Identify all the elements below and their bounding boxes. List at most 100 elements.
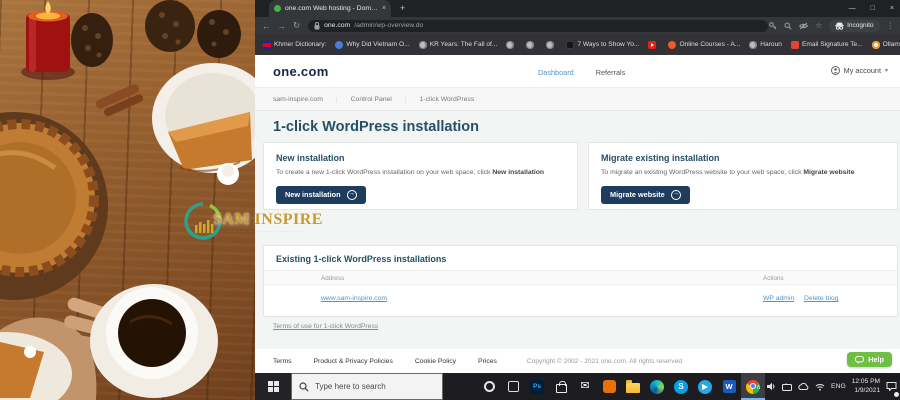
bookmark-7-ways[interactable]: 7 Ways to Show Yo... (566, 40, 639, 49)
tab-strip: one.com Web hosting - Doma... × + — □ × (255, 0, 900, 17)
telegram-taskbar-icon[interactable] (693, 373, 717, 400)
bookmark-why-did-vietnam[interactable]: Why Did Vietnam O... (335, 40, 410, 49)
breadcrumb-control-panel[interactable]: Control Panel (323, 96, 392, 103)
maximize-button[interactable]: □ (871, 5, 875, 12)
back-icon[interactable]: ← (262, 21, 271, 31)
toolbar-right: ☆ Incognito ⋮ (769, 19, 895, 32)
dark-badge-icon (566, 40, 575, 49)
bookmark-item[interactable] (506, 40, 517, 49)
language-indicator[interactable]: ENG (831, 383, 846, 390)
watermark-tagline: ·········· ·········· ·········· (229, 229, 304, 234)
bookmark-star-icon[interactable]: ☆ (815, 21, 822, 30)
new-tab-button[interactable]: + (400, 3, 405, 14)
bookmark-label: Ollami - DMC (882, 41, 900, 48)
bookmark-online-courses[interactable]: Online Courses - A... (668, 40, 740, 49)
close-button[interactable]: × (890, 5, 894, 12)
url-bar[interactable]: one.com/admin/wp-overview.do (308, 19, 769, 32)
youtube-icon (648, 40, 657, 49)
word-taskbar-icon[interactable] (717, 373, 741, 400)
cambodia-flag-icon (263, 40, 271, 49)
card-body: To create a new 1-click WordPress instal… (276, 169, 565, 176)
nav-dashboard[interactable]: Dashboard (538, 68, 574, 77)
taskbar-search-input[interactable]: Type here to search (291, 373, 443, 400)
menu-kebab-icon[interactable]: ⋮ (887, 21, 895, 30)
taskbar-clock[interactable]: 12:05 PM 1/9/2021 (852, 378, 880, 396)
breadcrumb: sam-inspire.com Control Panel 1-click Wo… (255, 88, 900, 111)
orange-ring-icon (871, 40, 880, 49)
minimize-button[interactable]: — (849, 5, 856, 12)
reload-icon[interactable]: ↻ (293, 20, 300, 31)
terms-of-use-link[interactable]: Terms of use for 1-click WordPress (273, 323, 378, 330)
globe-icon (526, 40, 535, 49)
notification-badge (894, 391, 899, 397)
task-view-icon[interactable] (501, 373, 525, 400)
onecom-logo[interactable]: one.com (273, 64, 329, 79)
wp-admin-link[interactable]: WP admin (763, 295, 794, 302)
migrate-website-button[interactable]: Migrate website → (601, 185, 690, 204)
cinnamon-sticks (95, 84, 144, 117)
card-body-text: To create a new 1-click WordPress instal… (276, 169, 493, 176)
card-body: To migrate an existing WordPress website… (601, 169, 885, 176)
delete-blog-link[interactable]: Delete blog (804, 295, 838, 302)
bookmark-khmer-dictionary[interactable]: Khmer Dictionary: (263, 40, 326, 49)
action-center-icon[interactable] (886, 378, 899, 397)
file-explorer-icon[interactable] (621, 373, 645, 400)
microsoft-store-icon[interactable] (549, 373, 573, 400)
footer-terms-link[interactable]: Terms (273, 358, 292, 365)
browser-tab[interactable]: one.com Web hosting - Doma... × (269, 0, 391, 17)
arrow-circle-icon: → (670, 189, 681, 200)
search-icon[interactable] (784, 22, 793, 30)
extension-eye-icon[interactable] (799, 22, 809, 30)
bookmark-ollami[interactable]: Ollami - DMC (871, 40, 900, 49)
table-header: Address Actions (264, 270, 897, 285)
footer-cookie-link[interactable]: Cookie Policy (415, 358, 456, 365)
start-button[interactable] (255, 373, 291, 400)
bookmark-kr-years[interactable]: KR Years: The Fall of... (418, 40, 497, 49)
edge-taskbar-icon[interactable] (645, 373, 669, 400)
key-icon[interactable] (769, 21, 777, 30)
nav-referrals[interactable]: Referrals (596, 68, 626, 77)
orange-badge-icon (668, 40, 677, 49)
padlock-icon (314, 21, 320, 29)
coffee-cup (90, 284, 218, 398)
bookmark-youtube[interactable] (648, 40, 659, 49)
tray-chevron-icon[interactable]: ∧ (756, 383, 761, 391)
existing-title: Existing 1-click WordPress installations (276, 254, 447, 264)
bookmark-haroun[interactable]: Haroun (749, 40, 782, 49)
installation-address-link[interactable]: www.sam-inspire.com (321, 295, 387, 302)
button-label: New installation (285, 190, 341, 199)
photoshop-taskbar-icon[interactable] (525, 373, 549, 400)
user-icon (830, 66, 840, 75)
onedrive-cloud-icon[interactable] (798, 383, 809, 390)
copyright-text: Copyright © 2002 - 2021 one.com. All rig… (526, 357, 683, 365)
sam-inspire-watermark: SAM INSPIRE ·········· ·········· ······… (183, 199, 323, 251)
help-button[interactable]: Help (847, 352, 892, 367)
my-account-label: My account (843, 66, 881, 75)
footer-prices-link[interactable]: Prices (478, 358, 497, 365)
bookmark-item[interactable] (526, 40, 537, 49)
column-address: Address (321, 275, 345, 282)
bookmark-email-signature[interactable]: Email Signature Te... (790, 40, 863, 49)
taskbar-apps: ✉ (477, 373, 765, 400)
footer-privacy-link[interactable]: Product & Privacy Policies (314, 358, 393, 365)
skype-taskbar-icon[interactable] (669, 373, 693, 400)
opera-taskbar-icon[interactable] (477, 373, 501, 400)
mail-taskbar-icon[interactable]: ✉ (573, 373, 597, 400)
tray-folder-icon[interactable] (782, 382, 793, 391)
chat-bubble-icon (855, 355, 865, 364)
forward-icon[interactable]: → (278, 21, 287, 31)
card-body-bold: New installation (492, 169, 545, 176)
volume-icon[interactable] (767, 382, 776, 391)
tab-close-icon[interactable]: × (382, 5, 386, 12)
pie-slice-plate (152, 63, 255, 185)
my-account-menu[interactable]: My account ▾ (830, 66, 888, 75)
breadcrumb-domain[interactable]: sam-inspire.com (273, 96, 323, 103)
network-wifi-icon[interactable] (815, 383, 825, 391)
bookmark-label: Why Did Vietnam O... (346, 41, 410, 48)
card-body-text: To migrate an existing WordPress website… (601, 169, 804, 176)
bookmarks-bar: Khmer Dictionary: Why Did Vietnam O... K… (255, 34, 900, 55)
bookmark-item[interactable] (546, 40, 557, 49)
office-app-icon[interactable] (597, 373, 621, 400)
table-row: www.sam-inspire.com WP admin Delete blog (264, 285, 897, 313)
site-nav: Dashboard Referrals (538, 68, 625, 77)
